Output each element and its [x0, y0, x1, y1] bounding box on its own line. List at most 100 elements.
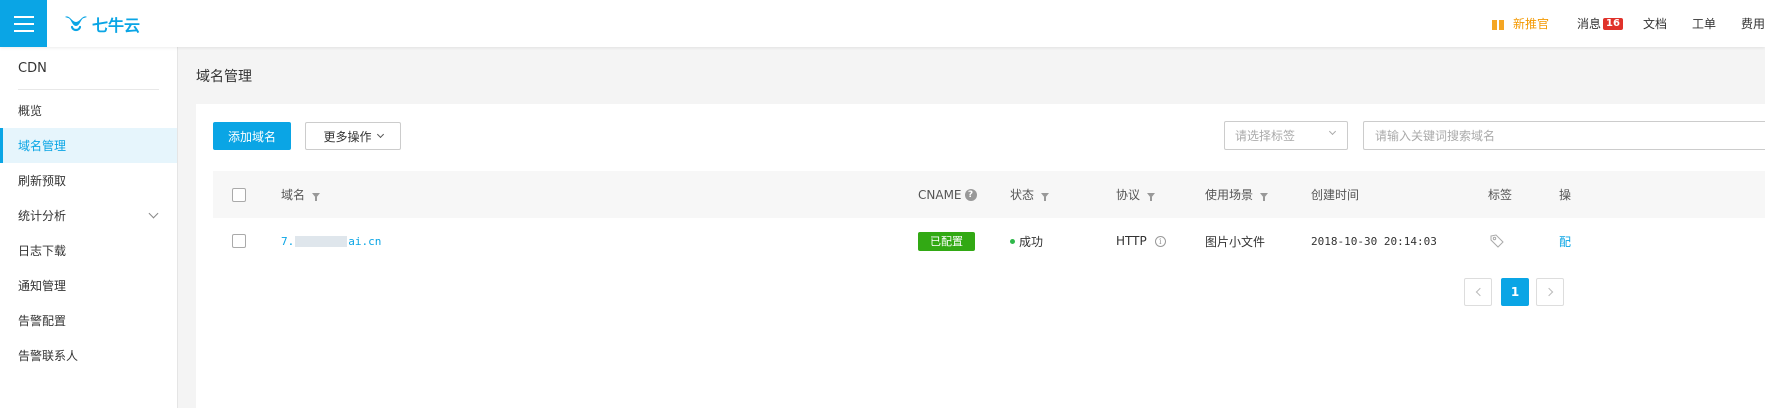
hamburger-menu-button[interactable] — [0, 0, 47, 47]
tickets-link[interactable]: 工单 — [1692, 15, 1716, 32]
domain-cell: 7. ai.cn — [281, 218, 381, 264]
sidebar-item-alert-config[interactable]: 告警配置 — [0, 303, 177, 338]
sidebar-item-label: 概览 — [18, 104, 43, 118]
sidebar-item-overview[interactable]: 概览 — [0, 93, 177, 128]
sidebar-item-refresh-prefetch[interactable]: 刷新预取 — [0, 163, 177, 198]
protocol-text: HTTP — [1116, 234, 1147, 248]
billing-link[interactable]: 费用 — [1741, 15, 1765, 32]
sidebar-title: CDN — [18, 47, 159, 90]
more-actions-label: 更多操作 — [323, 129, 372, 144]
ops-cell: 配 — [1559, 218, 1571, 264]
cname-status-badge: 已配置 — [918, 231, 975, 251]
col-tags: 标签 — [1488, 171, 1512, 218]
logo-text: 七牛云 — [92, 16, 141, 35]
tags-cell — [1489, 218, 1505, 264]
page-title: 域名管理 — [196, 69, 252, 85]
tag-select[interactable]: 请选择标签 — [1224, 121, 1348, 150]
status-dot-icon — [1010, 238, 1015, 244]
sidebar-item-label: 告警配置 — [18, 314, 67, 328]
messages-label: 消息 — [1577, 17, 1602, 31]
col-domain-label: 域名 — [281, 188, 306, 202]
menu-icon-bar — [13, 22, 34, 25]
row-checkbox[interactable] — [232, 234, 246, 248]
top-header: 七牛云 新推官 消息 16 文档 工单 费用 — [0, 0, 1765, 47]
docs-label: 文档 — [1642, 17, 1667, 31]
sidebar: CDN 概览 域名管理 刷新预取 统计分析 日志下载 通知管理 告警配置 告警联… — [0, 47, 178, 408]
col-created: 创建时间 — [1311, 171, 1359, 218]
sidebar-item-notifications[interactable]: 通知管理 — [0, 268, 177, 303]
filter-icon[interactable] — [1041, 193, 1050, 201]
col-domain: 域名 — [281, 171, 321, 218]
page-button-current[interactable]: 1 — [1501, 278, 1529, 306]
col-ops-label: 操 — [1559, 188, 1571, 202]
domain-link[interactable]: 7. ai.cn — [281, 235, 381, 248]
redacted-text — [295, 235, 348, 247]
logo-icon — [65, 16, 87, 32]
domain-list-card: 添加域名 更多操作 请选择标签 域名 CNAME ? 状态 协议 使用场景 — [196, 104, 1765, 408]
tickets-label: 工单 — [1691, 17, 1716, 31]
col-status: 状态 — [1010, 171, 1050, 218]
message-count-badge: 16 — [1603, 17, 1623, 30]
add-domain-button[interactable]: 添加域名 — [213, 122, 291, 150]
menu-icon-bar — [13, 29, 34, 32]
sidebar-item-label: 通知管理 — [18, 279, 67, 293]
sidebar-item-log-download[interactable]: 日志下载 — [0, 233, 177, 268]
sidebar-item-domain-management[interactable]: 域名管理 — [0, 128, 177, 163]
domain-prefix: 7. — [281, 234, 295, 248]
table-header: 域名 CNAME ? 状态 协议 使用场景 创建时间 标签 操 — [213, 171, 1765, 218]
col-scenario-label: 使用场景 — [1205, 188, 1254, 202]
filter-icon[interactable] — [1260, 193, 1269, 201]
col-tags-label: 标签 — [1488, 188, 1513, 202]
prev-page-button[interactable] — [1464, 278, 1492, 306]
info-icon[interactable]: i — [1154, 235, 1166, 247]
row-select-cell — [232, 218, 246, 264]
sidebar-item-label: 日志下载 — [18, 244, 67, 258]
col-status-label: 状态 — [1010, 188, 1035, 202]
messages-link[interactable]: 消息 16 — [1577, 15, 1623, 32]
help-icon[interactable]: ? — [964, 188, 977, 201]
menu-icon-bar — [13, 15, 34, 18]
billing-label: 费用 — [1741, 17, 1765, 31]
domain-search-input[interactable] — [1363, 121, 1765, 150]
cname-cell: 已配置 — [918, 218, 975, 264]
gift-icon — [1492, 17, 1505, 30]
status-text: 成功 — [1019, 234, 1044, 249]
scenario-text: 图片小文件 — [1205, 234, 1266, 249]
sidebar-item-label: 告警联系人 — [18, 349, 79, 363]
more-actions-button[interactable]: 更多操作 — [305, 122, 401, 150]
protocol-cell: HTTP i — [1116, 218, 1166, 264]
created-text: 2018-10-30 20:14:03 — [1311, 234, 1437, 248]
scenario-cell: 图片小文件 — [1205, 218, 1265, 264]
created-cell: 2018-10-30 20:14:03 — [1311, 218, 1437, 264]
sidebar-item-label: 刷新预取 — [18, 174, 67, 188]
chevron-down-icon — [148, 208, 159, 219]
col-ops: 操 — [1559, 171, 1571, 218]
sidebar-item-label: 域名管理 — [18, 139, 67, 153]
filter-icon[interactable] — [312, 193, 321, 201]
next-page-button[interactable] — [1536, 278, 1564, 306]
tag-select-placeholder: 请选择标签 — [1235, 129, 1296, 143]
new-user-link[interactable]: 新推官 — [1492, 15, 1549, 32]
configure-link[interactable]: 配 — [1559, 233, 1571, 250]
tag-icon[interactable] — [1489, 233, 1505, 249]
col-cname: CNAME ? — [918, 171, 977, 218]
sidebar-item-statistics[interactable]: 统计分析 — [0, 198, 177, 233]
sidebar-item-label: 统计分析 — [18, 209, 67, 223]
table-row: 7. ai.cn 已配置 成功 HTTP i 图片小文件 2018-10-30 … — [213, 218, 1765, 264]
docs-link[interactable]: 文档 — [1643, 15, 1667, 32]
col-protocol: 协议 — [1116, 171, 1156, 218]
col-protocol-label: 协议 — [1116, 188, 1141, 202]
col-cname-label: CNAME — [918, 187, 962, 202]
chevron-down-icon — [1328, 127, 1337, 136]
col-created-label: 创建时间 — [1311, 188, 1360, 202]
chevron-right-icon — [1544, 287, 1553, 297]
filter-icon[interactable] — [1147, 193, 1156, 201]
new-user-label: 新推官 — [1513, 17, 1550, 31]
domain-suffix: ai.cn — [348, 234, 382, 248]
qiniu-logo[interactable]: 七牛云 — [63, 12, 140, 36]
col-scenario: 使用场景 — [1205, 171, 1269, 218]
select-all-cell — [232, 171, 246, 218]
chevron-down-icon — [376, 130, 384, 139]
select-all-checkbox[interactable] — [232, 187, 246, 202]
sidebar-item-alert-contacts[interactable]: 告警联系人 — [0, 338, 177, 373]
